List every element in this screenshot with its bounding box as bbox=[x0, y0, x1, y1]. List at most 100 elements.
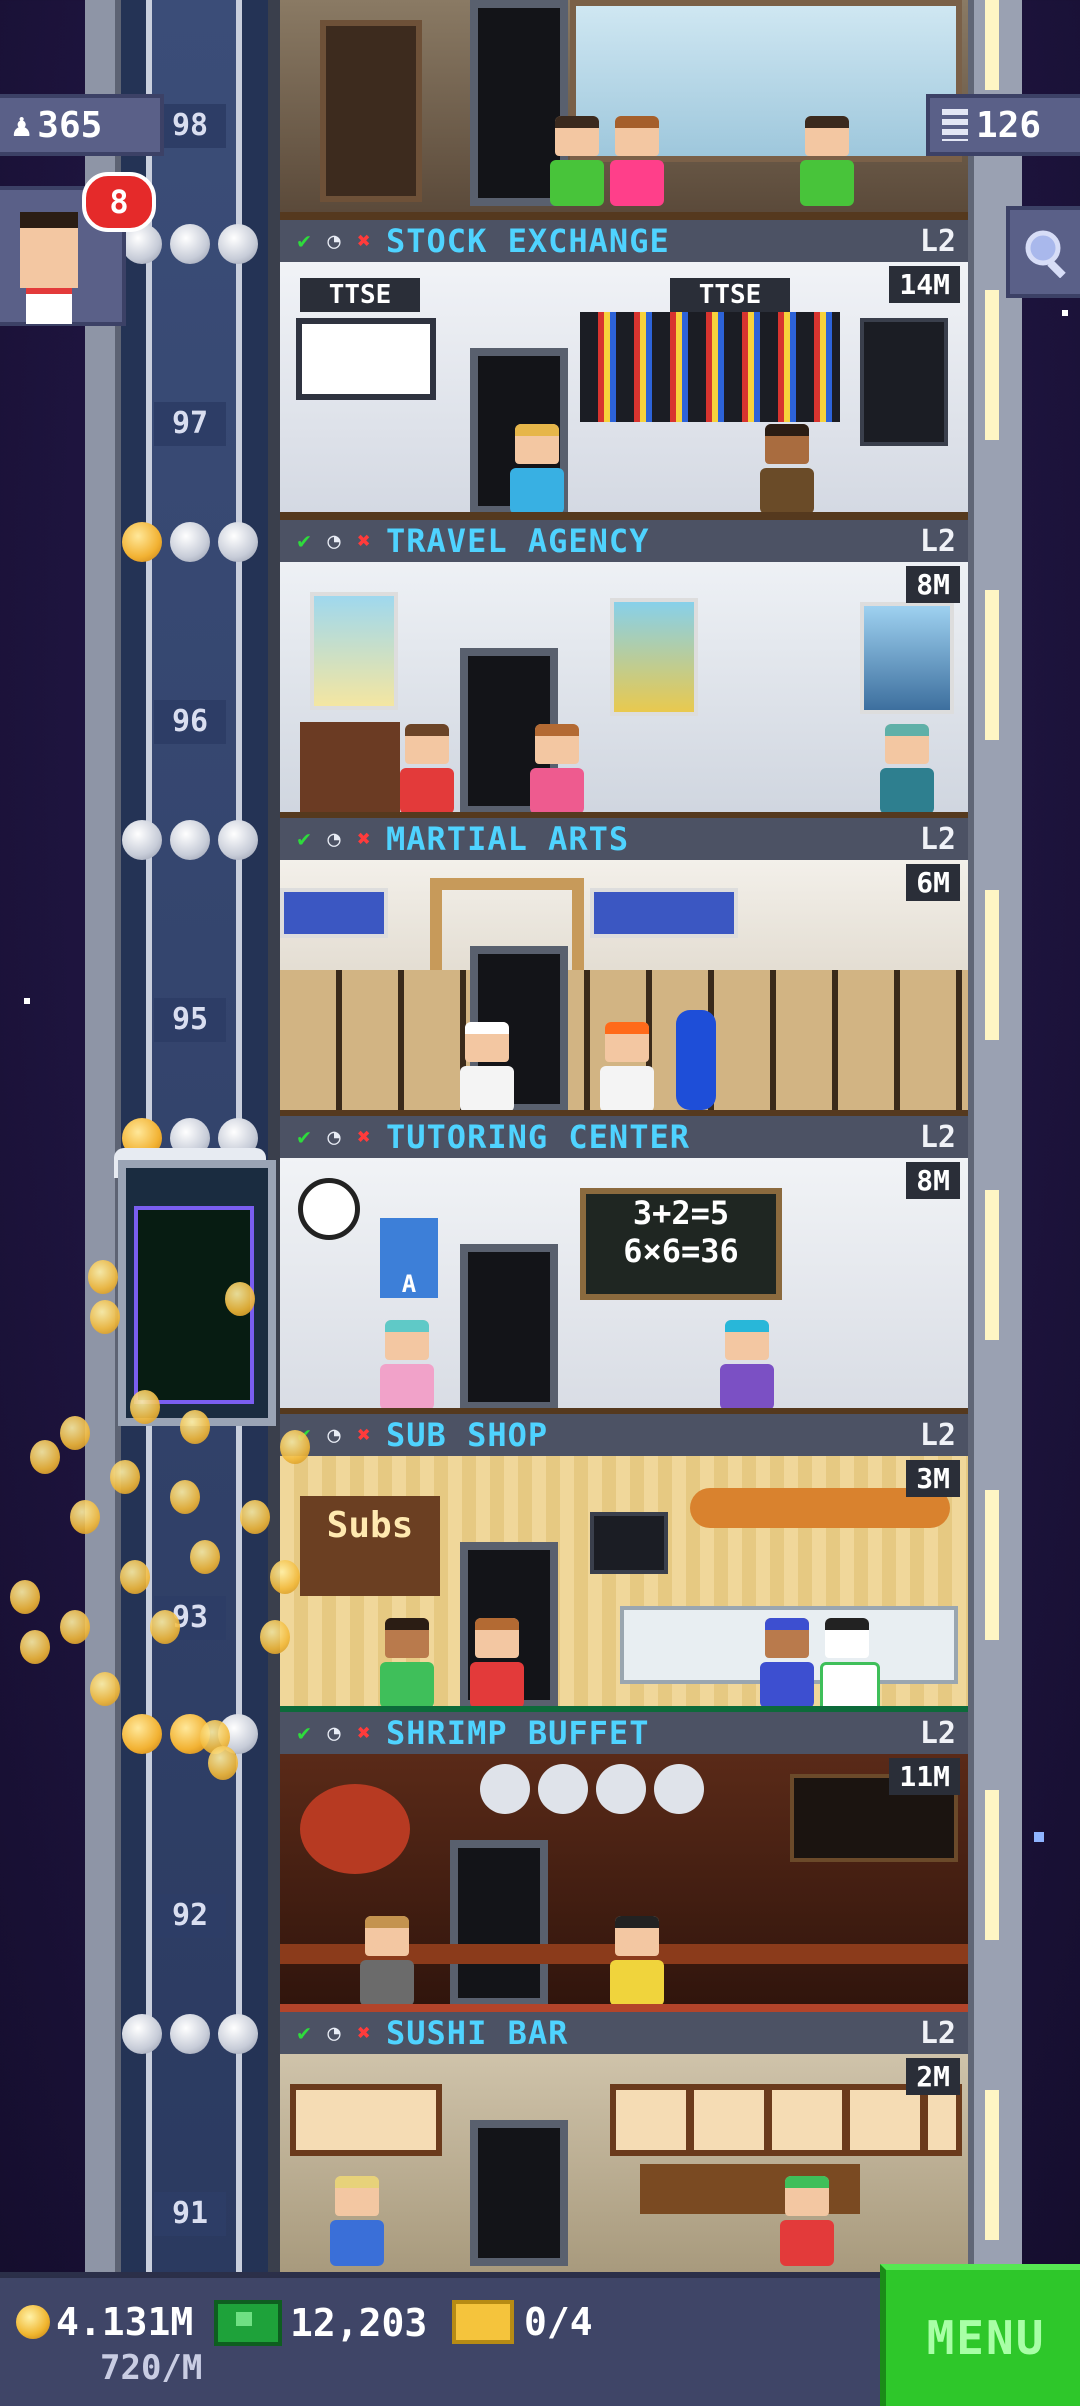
room-interior: TTSE TTSE bbox=[280, 262, 968, 520]
clock-icon: ◔ bbox=[327, 826, 341, 852]
floor-rating-stars bbox=[122, 818, 272, 862]
floor-travel-agency[interactable]: ✔ ◔ ✖ TRAVEL AGENCY L2 8M bbox=[280, 520, 968, 820]
floor-rating-stars bbox=[122, 2012, 272, 2056]
brochure-shelf bbox=[300, 722, 400, 812]
resident-person bbox=[330, 2176, 384, 2266]
wall-light bbox=[985, 290, 999, 440]
x-icon: ✖ bbox=[357, 1720, 371, 1746]
flying-coin bbox=[90, 1672, 120, 1706]
x-icon: ✖ bbox=[357, 826, 371, 852]
floor-rating-stars bbox=[122, 520, 272, 564]
population-badge[interactable]: ♟ 365 bbox=[0, 94, 164, 156]
snowman-person bbox=[820, 1618, 880, 1714]
room-interior: A 3+2=5 6×6=36 bbox=[280, 1158, 968, 1416]
floor-level: L2 bbox=[919, 224, 956, 259]
floors-icon bbox=[942, 109, 968, 141]
flying-coin bbox=[190, 1540, 220, 1574]
coins-amount: 4.131M bbox=[56, 2300, 194, 2344]
flying-coin bbox=[120, 1560, 150, 1594]
floor-income: 6M bbox=[906, 864, 960, 901]
stock-chart-screen bbox=[296, 318, 436, 400]
floor-sub-shop[interactable]: ✔◔✖ SUB SHOP L2 Subs 3M bbox=[280, 1414, 968, 1714]
floor-number: 91 bbox=[154, 2192, 226, 2236]
floor-number: 92 bbox=[154, 1894, 226, 1938]
check-icon: ✔ bbox=[297, 228, 311, 254]
monitor-screen bbox=[860, 318, 948, 446]
flying-coin bbox=[280, 1430, 310, 1464]
resident-person bbox=[380, 1618, 434, 1708]
x-icon: ✖ bbox=[357, 2020, 371, 2046]
wall-light bbox=[985, 890, 999, 1040]
floor-door bbox=[460, 1244, 558, 1410]
menu-board bbox=[590, 1512, 668, 1574]
floor-header: ✔ ◔ ✖ TRAVEL AGENCY L2 bbox=[280, 520, 968, 566]
floor-98[interactable] bbox=[280, 0, 968, 220]
clock-icon: ◔ bbox=[327, 1720, 341, 1746]
menu-button[interactable]: MENU bbox=[880, 2264, 1080, 2406]
floors-count: 126 bbox=[976, 104, 1042, 146]
tickets-amount: 0/4 bbox=[524, 2300, 593, 2344]
floor-income: 14M bbox=[889, 266, 960, 303]
floor-martial-arts[interactable]: ✔ ◔ ✖ MARTIAL ARTS L2 6M bbox=[280, 818, 968, 1118]
clock-icon: ◔ bbox=[327, 528, 341, 554]
floor-name: SUB SHOP bbox=[386, 1416, 549, 1454]
bux-display[interactable]: 12,203 bbox=[214, 2300, 427, 2346]
floor-name: SUSHI BAR bbox=[386, 2014, 569, 2052]
floor-number: 98 bbox=[154, 104, 226, 148]
coins-display[interactable]: 4.131M bbox=[16, 2300, 193, 2344]
silver-star-icon bbox=[218, 224, 258, 264]
floor-stock-exchange[interactable]: ✔ ◔ ✖ STOCK EXCHANGE L2 TTSE TTSE 14M bbox=[280, 220, 968, 520]
silver-star-icon bbox=[170, 522, 210, 562]
clock-icon: ◔ bbox=[327, 228, 341, 254]
floor-slab bbox=[280, 512, 968, 520]
floor-rating-stars bbox=[122, 222, 272, 266]
silver-star-icon bbox=[170, 2014, 210, 2054]
travel-poster bbox=[610, 598, 698, 716]
floor-header: ✔ ◔ ✖ STOCK EXCHANGE L2 bbox=[280, 220, 968, 266]
notification-badge[interactable]: 8 bbox=[82, 172, 156, 232]
flying-coin bbox=[70, 1500, 100, 1534]
resident-person bbox=[610, 116, 664, 206]
person-icon: ♟ bbox=[12, 106, 32, 144]
resident-person bbox=[470, 1618, 524, 1708]
chalkboard: 3+2=5 6×6=36 bbox=[580, 1188, 782, 1300]
silver-star-icon bbox=[122, 2014, 162, 2054]
floor-name: TRAVEL AGENCY bbox=[386, 522, 650, 560]
flying-coin bbox=[110, 1460, 140, 1494]
resident-person bbox=[780, 2176, 834, 2266]
resident-person bbox=[610, 1916, 664, 2006]
flying-coin bbox=[150, 1610, 180, 1644]
floor-income: 8M bbox=[906, 1162, 960, 1199]
silver-star-icon bbox=[170, 224, 210, 264]
search-button[interactable] bbox=[1006, 206, 1080, 298]
silver-star-icon bbox=[218, 820, 258, 860]
flying-coin bbox=[90, 1300, 120, 1334]
gold-star-icon bbox=[122, 1714, 162, 1754]
silver-star-icon bbox=[170, 820, 210, 860]
population-count: 365 bbox=[37, 104, 103, 146]
floor-sushi-bar[interactable]: ✔ ◔ ✖ SUSHI BAR L2 2M bbox=[280, 2012, 968, 2272]
floor-shrimp-buffet[interactable]: ✔ ◔ ✖ SHRIMP BUFFET L2 11M bbox=[280, 1712, 968, 2012]
wall-clock-icon bbox=[298, 1178, 360, 1240]
floors-badge[interactable]: 126 bbox=[926, 94, 1080, 156]
floor-number: 96 bbox=[154, 700, 226, 744]
wall-light bbox=[985, 0, 999, 90]
x-icon: ✖ bbox=[357, 528, 371, 554]
floor-header: ✔◔✖ SUB SHOP L2 bbox=[280, 1414, 968, 1460]
floor-tutoring-center[interactable]: ✔ ◔ ✖ TUTORING CENTER L2 A 3+2=5 6×6=36 8M bbox=[280, 1116, 968, 1416]
subs-menu-sign: Subs bbox=[300, 1496, 440, 1596]
search-icon bbox=[1025, 230, 1066, 278]
coin-icon bbox=[16, 2305, 50, 2339]
clock-icon: ◔ bbox=[327, 2020, 341, 2046]
floor-income: 2M bbox=[906, 2058, 960, 2095]
clock-icon: ◔ bbox=[327, 1422, 341, 1448]
floor-header: ✔ ◔ ✖ SHRIMP BUFFET L2 bbox=[280, 1712, 968, 1758]
dojo-banner bbox=[590, 888, 738, 938]
ttse-sign: TTSE bbox=[670, 278, 790, 312]
flying-coin bbox=[30, 1440, 60, 1474]
resident-person bbox=[380, 1320, 434, 1410]
chalkboard-line: 6×6=36 bbox=[623, 1232, 739, 1270]
punching-bag bbox=[676, 1010, 716, 1110]
tickets-display[interactable]: 0/4 bbox=[452, 2300, 593, 2344]
resident-person bbox=[880, 724, 934, 814]
